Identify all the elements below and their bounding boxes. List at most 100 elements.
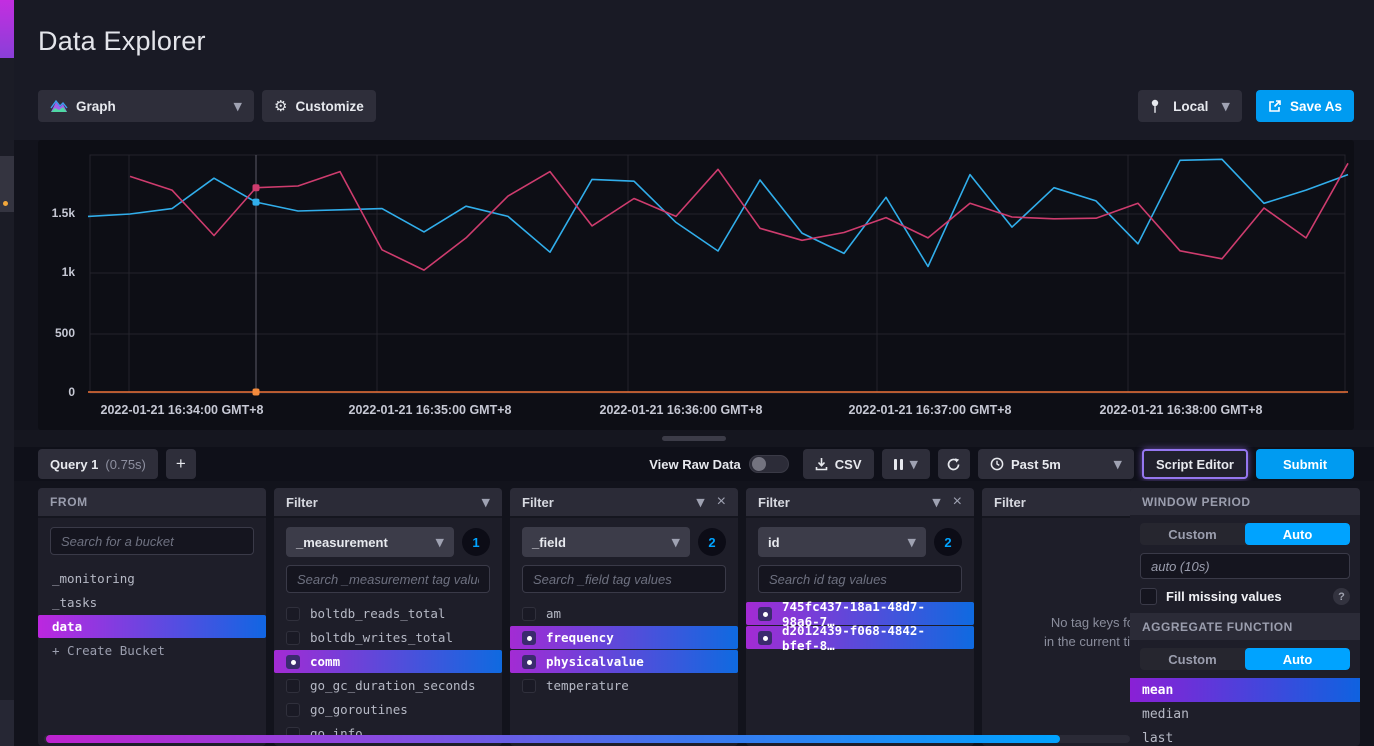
- bucket-item-selected[interactable]: data: [38, 615, 266, 638]
- list-item[interactable]: go_goroutines: [274, 698, 502, 721]
- nav-rail[interactable]: [0, 0, 14, 746]
- checkbox-checked-icon[interactable]: [758, 631, 772, 645]
- toggle-knob: [752, 457, 766, 471]
- resize-handle[interactable]: [662, 436, 726, 441]
- list-item-selected[interactable]: frequency: [510, 626, 738, 649]
- window-period-input[interactable]: [1140, 553, 1350, 579]
- list-item[interactable]: boltdb_reads_total: [274, 602, 502, 625]
- time-series-chart[interactable]: [38, 140, 1354, 430]
- query-tab-name: Query 1: [50, 457, 98, 472]
- function-item[interactable]: last: [1130, 726, 1360, 746]
- bucket-search-input[interactable]: [50, 527, 254, 555]
- checkbox-checked-icon[interactable]: [522, 655, 536, 669]
- x-tick-label: 2022-01-21 16:36:00 GMT+8: [600, 403, 763, 417]
- list-item[interactable]: temperature: [510, 674, 738, 697]
- checkbox-checked-icon[interactable]: [286, 655, 300, 669]
- script-editor-button[interactable]: Script Editor: [1142, 449, 1248, 479]
- checkbox-icon[interactable]: [286, 679, 300, 693]
- refresh-button[interactable]: [938, 449, 970, 479]
- checkbox-checked-icon[interactable]: [522, 631, 536, 645]
- tag-key-dropdown[interactable]: _measurement ▼: [286, 527, 454, 557]
- tag-key-dropdown[interactable]: _field ▼: [522, 527, 690, 557]
- list-item[interactable]: go_gc_duration_seconds: [274, 674, 502, 697]
- view-raw-data-toggle[interactable]: [749, 455, 789, 473]
- collapse-chevron-icon[interactable]: ▼: [482, 497, 490, 508]
- add-query-button[interactable]: +: [166, 449, 196, 479]
- y-tick-label: 0: [38, 385, 82, 399]
- collapse-chevron-icon[interactable]: ▼: [696, 497, 704, 508]
- time-range-label: Past 5m: [1011, 457, 1107, 472]
- view-toolbar: Graph ▼ ⚙ Customize Local ▼: [38, 90, 1354, 122]
- nav-rail-footer[interactable]: [0, 700, 14, 746]
- query-duration: (0.75s): [105, 457, 145, 472]
- checkbox-icon[interactable]: [286, 607, 300, 621]
- list-item-selected[interactable]: physicalvalue: [510, 650, 738, 673]
- fill-missing-checkbox[interactable]: [1140, 588, 1157, 605]
- measurement-search-input[interactable]: [286, 565, 490, 593]
- horizontal-scrollbar[interactable]: [44, 735, 1130, 743]
- collapse-chevron-icon[interactable]: ▼: [932, 497, 940, 508]
- custom-option[interactable]: Custom: [1140, 648, 1245, 670]
- chevron-down-icon: ▼: [436, 537, 444, 548]
- field-search-input[interactable]: [522, 565, 726, 593]
- fill-missing-label: Fill missing values: [1166, 589, 1282, 604]
- measurement-list: boltdb_reads_total boltdb_writes_total c…: [274, 602, 502, 745]
- query-tab[interactable]: Query 1 (0.75s): [38, 449, 158, 479]
- from-card-header: FROM: [38, 488, 266, 518]
- list-item[interactable]: am: [510, 602, 738, 625]
- bucket-item[interactable]: _monitoring: [38, 567, 266, 590]
- scrollbar-thumb[interactable]: [46, 735, 1060, 743]
- tag-key-dropdown[interactable]: id ▼: [758, 527, 926, 557]
- list-item-selected[interactable]: d2012439-f068-4842-bfef-8…: [746, 626, 974, 649]
- list-item[interactable]: boltdb_writes_total: [274, 626, 502, 649]
- id-search-input[interactable]: [758, 565, 962, 593]
- x-tick-label: 2022-01-21 16:37:00 GMT+8: [849, 403, 1012, 417]
- pin-icon: [1150, 99, 1160, 114]
- filter-card-field: Filter ▼ × _field ▼ 2 am frequency: [510, 488, 738, 746]
- pause-icon: [894, 459, 903, 470]
- from-title: FROM: [50, 495, 88, 509]
- item-label: go_goroutines: [310, 702, 408, 717]
- visualization-type-dropdown[interactable]: Graph ▼: [38, 90, 254, 122]
- checkbox-icon[interactable]: [286, 631, 300, 645]
- chevron-down-icon: ▼: [1221, 101, 1229, 112]
- checkbox-icon[interactable]: [522, 607, 536, 621]
- pause-button[interactable]: ▼: [882, 449, 930, 479]
- csv-download-button[interactable]: CSV: [803, 449, 874, 479]
- function-item[interactable]: median: [1130, 702, 1360, 726]
- tag-key-label: id: [768, 535, 780, 550]
- nav-rail-item[interactable]: [0, 156, 14, 212]
- auto-option[interactable]: Auto: [1245, 648, 1350, 670]
- checkbox-icon[interactable]: [286, 703, 300, 717]
- help-icon[interactable]: ?: [1333, 588, 1350, 605]
- local-dropdown[interactable]: Local ▼: [1138, 90, 1242, 122]
- item-label: boltdb_reads_total: [310, 606, 445, 621]
- influxdb-logo[interactable]: [0, 0, 14, 58]
- filter-card-header: Filter ▼ ×: [746, 488, 974, 518]
- item-label: boltdb_writes_total: [310, 630, 453, 645]
- time-range-dropdown[interactable]: Past 5m ▼: [978, 449, 1134, 479]
- window-period-mode-toggle: Custom Auto: [1140, 523, 1350, 545]
- x-tick-label: 2022-01-21 16:35:00 GMT+8: [349, 403, 512, 417]
- y-tick-label: 500: [38, 326, 82, 340]
- gear-icon: ⚙: [274, 97, 287, 115]
- custom-option[interactable]: Custom: [1140, 523, 1245, 545]
- area-chart-icon: [50, 99, 68, 113]
- checkbox-icon[interactable]: [522, 679, 536, 693]
- auto-option[interactable]: Auto: [1245, 523, 1350, 545]
- checkbox-checked-icon[interactable]: [758, 607, 772, 621]
- filter-card-header: Filter ▼ ×: [510, 488, 738, 518]
- customize-button[interactable]: ⚙ Customize: [262, 90, 376, 122]
- filter-title: Filter: [994, 495, 1026, 510]
- close-icon[interactable]: ×: [953, 494, 962, 510]
- save-as-button[interactable]: Save As: [1256, 90, 1354, 122]
- submit-button[interactable]: Submit: [1256, 449, 1354, 479]
- bucket-item[interactable]: _tasks: [38, 591, 266, 614]
- view-raw-data-label: View Raw Data: [649, 457, 741, 472]
- function-item-selected[interactable]: mean: [1130, 678, 1360, 702]
- create-bucket-button[interactable]: + Create Bucket: [38, 639, 266, 662]
- close-icon[interactable]: ×: [717, 494, 726, 510]
- filter-title: Filter: [286, 495, 318, 510]
- list-item-selected[interactable]: comm: [274, 650, 502, 673]
- query-options-panel: WINDOW PERIOD Custom Auto Fill missing v…: [1130, 488, 1360, 746]
